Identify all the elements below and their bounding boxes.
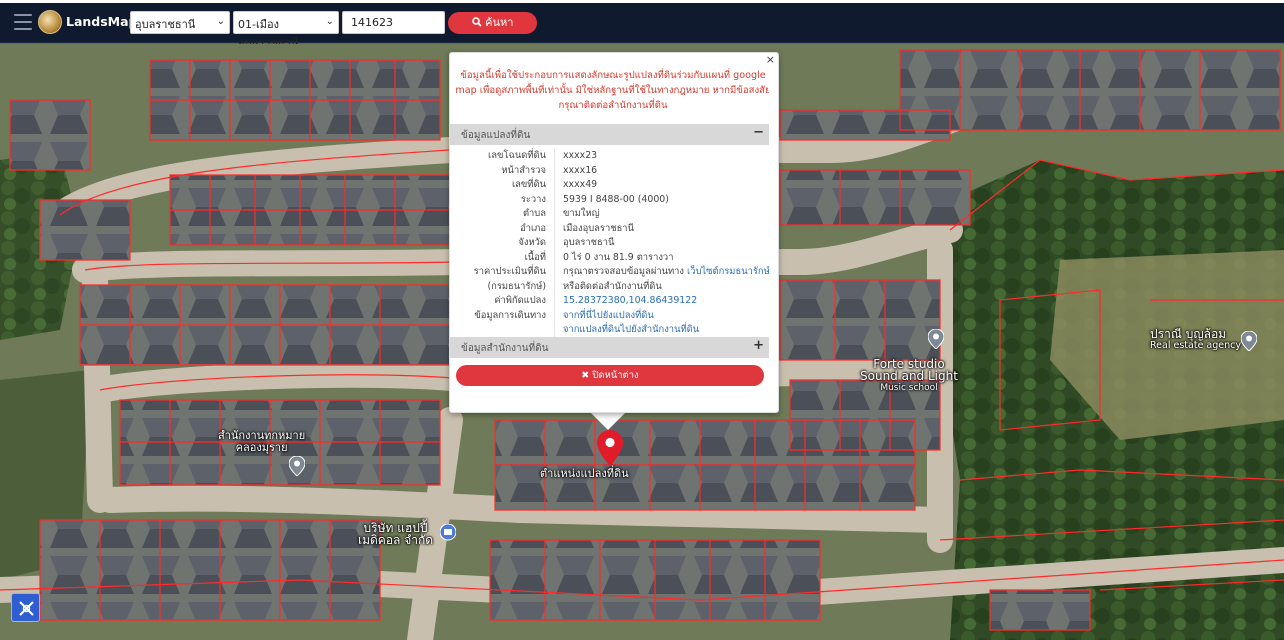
grey-pin-icon[interactable] bbox=[1241, 331, 1257, 351]
table-row-price: ราคาประเมินที่ดิน กรุณาตรวจสอบข้อมูลผ่าน… bbox=[450, 265, 770, 280]
row-value: หรือติดต่อสำนักงานที่ดิน bbox=[563, 280, 662, 292]
row-value: 0 ไร่ 0 งาน 81.9 ตารางวา bbox=[563, 251, 674, 263]
table-row: ระวาง 5939 I 8488-00 (4000) bbox=[450, 193, 769, 208]
tools-icon bbox=[19, 601, 34, 616]
row-key: ระวาง bbox=[520, 193, 546, 205]
row-value: xxxx49 bbox=[563, 179, 598, 190]
scrollbar-thumb[interactable] bbox=[769, 65, 777, 400]
tools-button[interactable] bbox=[11, 593, 40, 622]
province-select-value: อุบลราชธานี bbox=[135, 18, 196, 31]
row-key: หน้าสำรวจ bbox=[501, 164, 546, 176]
land-info-section-header[interactable]: ข้อมูลแปลงที่ดิน − bbox=[450, 124, 769, 145]
parcel-location-pin-icon[interactable] bbox=[597, 430, 623, 466]
poi-happy-medical-label[interactable]: บริษัท แฮปปี้ เมดิคอล จำกัด bbox=[358, 522, 433, 546]
section-title: ข้อมูลสำนักงานที่ดิน bbox=[461, 343, 549, 354]
row-value: ขามใหญ่ bbox=[563, 208, 600, 219]
row-key: เนื้อที่ bbox=[524, 251, 546, 263]
row-key: ข้อมูลการเดินทาง bbox=[474, 309, 546, 321]
row-key: เลขที่ดิน bbox=[511, 179, 546, 190]
top-strip bbox=[0, 0, 1284, 3]
row-value: 5939 I 8488-00 (4000) bbox=[563, 193, 669, 205]
row-key: ราคาประเมินที่ดิน bbox=[473, 266, 546, 277]
section-title: ข้อมูลแปลงที่ดิน bbox=[461, 130, 531, 141]
table-row: อำเภอ เมืองอุบลราชธานี bbox=[450, 222, 769, 237]
row-key: จังหวัด bbox=[518, 237, 546, 248]
province-select[interactable]: อุบลราชธานี ⌄ bbox=[130, 11, 230, 34]
blue-pin-icon[interactable] bbox=[440, 524, 456, 544]
coordinates-link[interactable]: 15.28372380,104.86439122 bbox=[563, 295, 697, 306]
table-row-route: ข้อมูลการเดินทาง จากที่นี่ไปยังแปลงที่ดิ… bbox=[450, 309, 769, 324]
table-row: ตำบล ขามใหญ่ bbox=[450, 207, 769, 222]
table-row-route-2: จากแปลงที่ดินไปยังสำนักงานที่ดิน bbox=[450, 323, 769, 338]
chevron-down-icon: ⌄ bbox=[325, 16, 334, 27]
office-info-section-header[interactable]: ข้อมูลสำนักงานที่ดิน + bbox=[450, 337, 769, 358]
collapse-icon[interactable]: − bbox=[753, 125, 764, 140]
poi-line: Sound and Light bbox=[860, 369, 958, 383]
menu-icon[interactable] bbox=[14, 14, 32, 30]
disclaimer-text: ข้อมูลนี้เพื่อใช้ประกอบการแสดงลักษณะรูปแ… bbox=[455, 70, 771, 111]
district-select[interactable]: 01-เมืองอุบลราชธานี ⌄ bbox=[233, 11, 339, 49]
treasury-website-link[interactable]: เว็บไซต์กรมธนารักษ์ bbox=[687, 266, 770, 277]
table-row: เลขโฉนดที่ดิน xxxx23 bbox=[450, 149, 769, 164]
popup-scrollbar[interactable] bbox=[768, 53, 778, 412]
poi-line: Real estate agency bbox=[1150, 340, 1241, 351]
row-value: xxxx16 bbox=[563, 164, 598, 176]
row-key: อำเภอ bbox=[520, 222, 546, 234]
row-value: อุบลราชธานี bbox=[563, 237, 615, 248]
search-button[interactable]: ค้นหา bbox=[448, 12, 537, 34]
table-row: เลขที่ดิน xxxx49 bbox=[450, 178, 769, 193]
poi-line: เมดิคอล จำกัด bbox=[358, 533, 434, 547]
grey-pin-icon[interactable] bbox=[289, 456, 305, 476]
search-button-label: ค้นหา bbox=[485, 16, 514, 29]
row-value: xxxx23 bbox=[563, 150, 598, 161]
route-to-office-link[interactable]: จากแปลงที่ดินไปยังสำนักงานที่ดิน bbox=[563, 324, 699, 335]
chevron-down-icon: ⌄ bbox=[216, 16, 225, 27]
parcel-position-label: ตำแหน่งแปลงที่ดิน bbox=[540, 467, 629, 480]
row-key: ตำบล bbox=[522, 208, 546, 219]
table-row-coordinates: ค่าพิกัดแปลง 15.28372380,104.86439122 bbox=[450, 294, 769, 309]
search-icon bbox=[471, 17, 482, 27]
row-key: ค่าพิกัดแปลง bbox=[494, 295, 546, 306]
row-key: เลขโฉนดที่ดิน bbox=[488, 150, 546, 161]
table-row: หน้าสำรวจ xxxx16 bbox=[450, 164, 769, 179]
poi-line: คลองมุราย bbox=[235, 441, 288, 454]
parcel-info-popup: × ข้อมูลนี้เพื่อใช้ประกอบการแสดงลักษณะรู… bbox=[449, 52, 779, 413]
table-row: เนื้อที่ 0 ไร่ 0 งาน 81.9 ตารางวา bbox=[450, 251, 769, 266]
poi-law-office-label[interactable]: สำนักงานทกหมาย คลองมุราย bbox=[218, 430, 305, 454]
table-row-price-2: (กรมธนารักษ์) หรือติดต่อสำนักงานที่ดิน bbox=[450, 280, 769, 295]
poi-real-estate-label[interactable]: ปราณี บุญล้อม Real estate agency bbox=[1150, 328, 1241, 352]
top-navbar: LandsMaps อุบลราชธานี ⌄ 01-เมืองอุบลราชธ… bbox=[0, 0, 1284, 49]
route-to-parcel-link[interactable]: จากที่นี่ไปยังแปลงที่ดิน bbox=[563, 310, 654, 321]
row-value: เมืองอุบลราชธานี bbox=[563, 222, 634, 234]
grey-pin-icon[interactable] bbox=[928, 329, 944, 349]
popup-pointer bbox=[590, 412, 626, 430]
row-key: (กรมธนารักษ์) bbox=[487, 280, 547, 292]
poi-forte-studio-label[interactable]: Forte studio Sound and Light Music schoo… bbox=[860, 358, 958, 394]
close-window-button[interactable]: ✖ ปิดหน้าต่าง bbox=[456, 365, 764, 386]
table-row: จังหวัด อุบลราชธานี bbox=[450, 236, 769, 251]
poi-line: Music school bbox=[880, 383, 938, 393]
parcel-search-input[interactable]: 141623 bbox=[342, 11, 445, 34]
landsmaps-logo bbox=[38, 10, 62, 34]
expand-icon[interactable]: + bbox=[753, 338, 764, 353]
land-info-table: เลขโฉนดที่ดิน xxxx23 หน้าสำรวจ xxxx16 เลขท… bbox=[450, 149, 770, 338]
poi-line: ปราณี บุญล้อม bbox=[1150, 327, 1227, 341]
row-value: กรุณาตรวจสอบข้อมูลผ่านทาง bbox=[563, 266, 685, 277]
